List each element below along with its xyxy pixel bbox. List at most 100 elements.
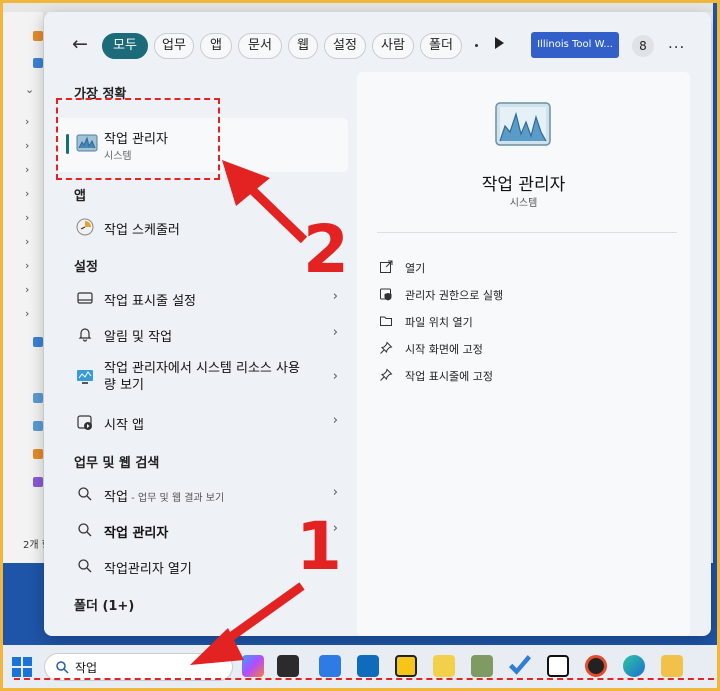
monitor-icon: [77, 370, 93, 384]
open-icon: [380, 260, 393, 273]
divider: [377, 232, 677, 233]
paint-icon[interactable]: [471, 655, 493, 677]
back-arrow-icon[interactable]: ←: [72, 33, 88, 55]
drive-icon: [33, 421, 43, 431]
step-number-1: 1: [296, 508, 342, 585]
sticky-notes-icon[interactable]: [395, 655, 417, 677]
action-open[interactable]: 열기: [379, 257, 659, 279]
action-label: 관리자 권한으로 실행: [405, 289, 504, 302]
result-web-search-1[interactable]: 작업 - 업무 및 웹 결과 보기 ›: [56, 478, 348, 510]
search-icon: [78, 487, 92, 501]
result-label: 시작 앱: [104, 418, 145, 433]
scroll-filters-right-icon[interactable]: [495, 37, 504, 49]
drive-icon: [33, 477, 43, 487]
action-pin-to-start[interactable]: 시작 화면에 고정: [379, 338, 659, 360]
chevron-right-icon[interactable]: ›: [333, 289, 338, 304]
action-run-as-admin[interactable]: 관리자 권한으로 실행: [379, 284, 659, 306]
result-startup-apps[interactable]: 시작 앱 ›: [56, 406, 348, 438]
chevron-right-icon[interactable]: ›: [25, 211, 29, 224]
window-titlebar: [3, 3, 713, 12]
preview-title: 작업 관리자: [481, 175, 566, 195]
folders-heading: 폴더 (1+): [74, 599, 135, 614]
todo-icon[interactable]: [509, 655, 531, 675]
result-label: 작업 스케줄러: [104, 223, 180, 238]
result-hint: - 업무 및 웹 결과 보기: [127, 493, 225, 504]
filter-chip-people[interactable]: 사람: [372, 33, 414, 59]
admin-shield-icon: [380, 288, 392, 301]
preview-subtitle: 시스템: [509, 198, 538, 209]
window-icon[interactable]: [277, 655, 299, 677]
copilot-icon[interactable]: [242, 655, 264, 677]
search-icon: [78, 559, 92, 573]
chevron-right-icon[interactable]: ›: [333, 413, 338, 428]
result-label: 작업 관리자: [104, 526, 169, 541]
notion-icon[interactable]: [547, 655, 569, 677]
calendar-icon[interactable]: [319, 655, 341, 677]
chevron-right-icon[interactable]: ›: [25, 283, 29, 296]
folder-icon: [33, 449, 43, 459]
result-notifications[interactable]: 알림 및 작업 ›: [56, 318, 348, 350]
taskbar-settings-icon: [77, 292, 93, 304]
bell-icon: [78, 328, 92, 342]
drive-icon: [33, 393, 43, 403]
folder-icon: [380, 316, 392, 326]
startup-apps-icon: [77, 415, 92, 430]
folder-icon: [33, 31, 43, 41]
highlight-search-box: [14, 678, 714, 680]
snipping-tool-icon[interactable]: [433, 655, 455, 677]
action-open-file-location[interactable]: 파일 위치 열기: [379, 311, 659, 333]
chevron-right-icon[interactable]: ›: [25, 307, 29, 320]
chevron-right-icon[interactable]: ›: [25, 139, 29, 152]
chevron-right-icon[interactable]: ›: [333, 485, 338, 500]
chevron-right-icon[interactable]: ›: [333, 369, 338, 384]
step-number-2: 2: [303, 211, 349, 288]
filter-chip-all[interactable]: 모두: [102, 33, 148, 59]
preview-pane: 작업 관리자 시스템 열기 관리자 권한으로 실행 파일 위치 열기 시작 화면…: [357, 72, 690, 636]
drive-icon: [33, 337, 43, 347]
filter-chip-folders[interactable]: 폴더: [420, 33, 462, 59]
result-label: 작업 표시줄 설정: [104, 294, 196, 309]
chevron-right-icon[interactable]: ›: [25, 163, 29, 176]
taskbar: [3, 645, 717, 688]
result-resource-usage[interactable]: 작업 관리자에서 시스템 리소스 사용량 보기 ›: [56, 356, 348, 400]
task-scheduler-icon: [76, 218, 94, 236]
filter-chip-work[interactable]: 업무: [154, 33, 194, 59]
highlight-best-match: [56, 98, 220, 180]
rewards-badge[interactable]: 8: [632, 35, 654, 57]
action-label: 파일 위치 열기: [405, 316, 473, 329]
result-label: 작업관리자 열기: [104, 562, 192, 577]
search-icon: [78, 523, 92, 537]
app-icon[interactable]: [585, 655, 607, 677]
chevron-right-icon[interactable]: ›: [25, 187, 29, 200]
cloud-icon: [33, 58, 43, 68]
filter-chip-apps[interactable]: 앱: [200, 33, 232, 59]
settings-heading: 설정: [74, 260, 98, 275]
result-label: 작업 관리자에서 시스템 리소스 사용량 보기: [104, 361, 300, 393]
chevron-right-icon[interactable]: ›: [25, 235, 29, 248]
filter-chip-documents[interactable]: 문서: [238, 33, 282, 59]
chevron-right-icon[interactable]: ›: [333, 325, 338, 340]
taskbar-search-box[interactable]: [44, 653, 233, 681]
outlook-icon[interactable]: [357, 655, 379, 677]
pin-icon: [380, 368, 393, 381]
file-explorer-icon[interactable]: [661, 655, 683, 677]
action-label: 열기: [405, 262, 426, 275]
action-label: 시작 화면에 고정: [405, 343, 483, 356]
chevron-right-icon[interactable]: ›: [25, 259, 29, 272]
organization-button[interactable]: Illinois Tool W...: [531, 32, 619, 58]
filter-chip-web[interactable]: 웹: [288, 33, 318, 59]
chevron-down-icon[interactable]: ⌄: [25, 83, 34, 96]
search-icon: [56, 661, 69, 674]
web-search-heading: 업무 및 웹 검색: [74, 456, 160, 471]
explorer-nav-pane: ⌄ › › › › › › › › ›: [3, 3, 45, 563]
search-input[interactable]: [75, 658, 225, 676]
action-pin-to-taskbar[interactable]: 작업 표시줄에 고정: [379, 365, 659, 387]
filter-chip-settings[interactable]: 설정: [324, 33, 366, 59]
more-options-icon[interactable]: ...: [668, 34, 685, 52]
edge-icon[interactable]: [623, 655, 645, 677]
chevron-right-icon[interactable]: ›: [25, 115, 29, 128]
apps-heading: 앱: [74, 189, 86, 204]
result-label: 작업 - 업무 및 웹 결과 보기: [104, 486, 224, 505]
pin-icon: [380, 341, 393, 354]
windows-start-icon[interactable]: [12, 657, 32, 677]
